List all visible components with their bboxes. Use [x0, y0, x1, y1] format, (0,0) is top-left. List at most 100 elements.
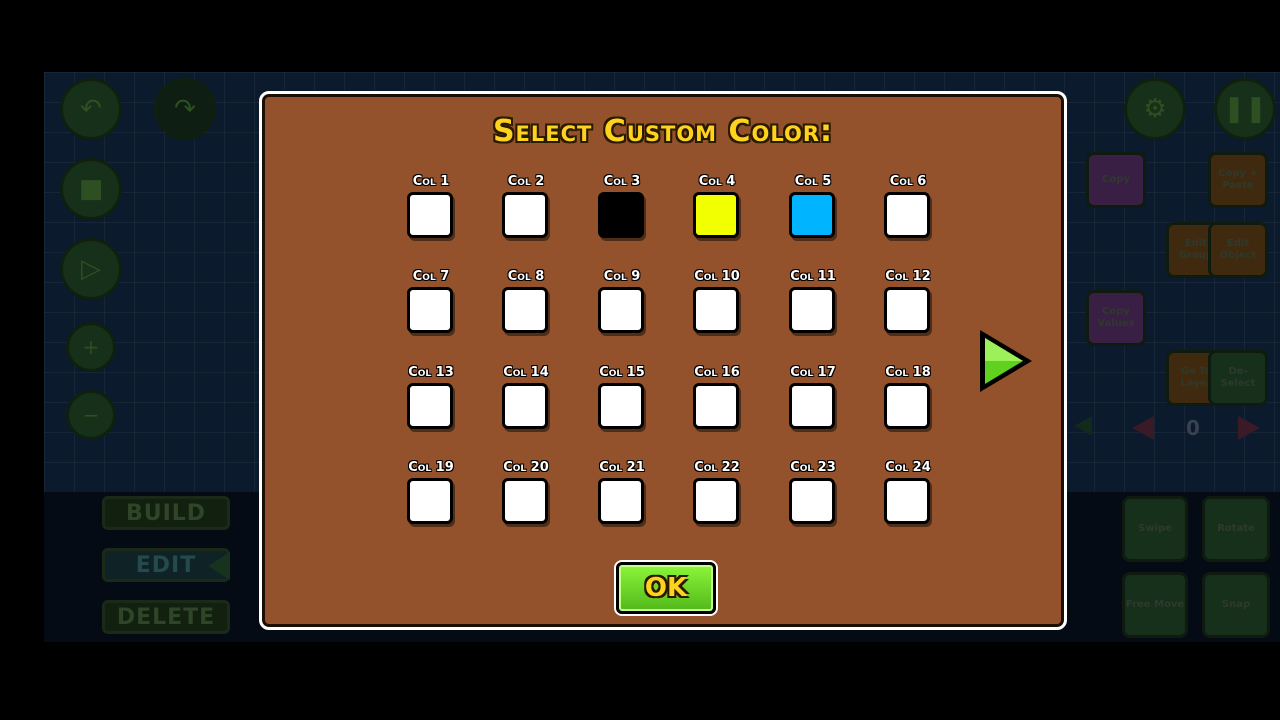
gear-icon: ⚙	[1143, 94, 1167, 124]
color-swatch-11[interactable]	[789, 287, 835, 333]
color-swatch-1[interactable]	[407, 192, 453, 238]
color-label: Col 11	[790, 269, 836, 284]
color-swatch-18[interactable]	[884, 383, 930, 429]
play-icon: ▷	[81, 254, 101, 284]
delete-mode-button: DELETE	[102, 600, 230, 634]
color-cell-15: Col 15	[592, 365, 652, 435]
color-swatch-16[interactable]	[693, 383, 739, 429]
color-swatch-9[interactable]	[598, 287, 644, 333]
color-swatch-5[interactable]	[789, 192, 835, 238]
color-label: Col 5	[794, 174, 832, 189]
tool-button-copy-paste: Copy + Paste	[1208, 152, 1268, 208]
color-cell-16: Col 16	[687, 365, 747, 435]
color-label: Col 20	[503, 460, 549, 475]
color-label: Col 14	[503, 365, 549, 380]
color-cell-2: Col 2	[496, 174, 556, 244]
color-cell-9: Col 9	[592, 269, 652, 339]
redo-button: ↷	[154, 78, 216, 140]
zoom-out-button: −	[66, 390, 116, 440]
color-label: Col 17	[790, 365, 836, 380]
color-swatch-8[interactable]	[502, 287, 548, 333]
color-label: Col 7	[412, 269, 450, 284]
color-swatch-21[interactable]	[598, 478, 644, 524]
pause-icon: ❚❚	[1223, 94, 1267, 124]
color-label: Col 10	[694, 269, 740, 284]
tool-button-de-select: De- Select	[1208, 350, 1268, 406]
layer-value: 0	[1186, 416, 1200, 440]
pause-button: ❚❚	[1214, 78, 1276, 140]
zoom-out-icon: −	[82, 403, 100, 427]
dialog-title: Select Custom Color:	[492, 114, 834, 149]
color-label: Col 6	[889, 174, 927, 189]
zoom-in-icon: +	[82, 335, 100, 359]
color-label: Col 24	[885, 460, 931, 475]
color-label: Col 2	[507, 174, 545, 189]
color-swatch-24[interactable]	[884, 478, 930, 524]
color-label: Col 23	[790, 460, 836, 475]
color-cell-19: Col 19	[401, 460, 461, 530]
color-cell-7: Col 7	[401, 269, 461, 339]
color-swatch-7[interactable]	[407, 287, 453, 333]
color-cell-10: Col 10	[687, 269, 747, 339]
music-button: ■	[60, 158, 122, 220]
undo-icon: ↶	[80, 94, 102, 124]
color-label: Col 13	[408, 365, 454, 380]
tool-button-edit-object: Edit Object	[1208, 222, 1268, 278]
color-swatch-19[interactable]	[407, 478, 453, 524]
color-cell-12: Col 12	[878, 269, 938, 339]
color-label: Col 4	[698, 174, 736, 189]
color-swatch-4[interactable]	[693, 192, 739, 238]
playtest-button: ▷	[60, 238, 122, 300]
color-swatch-22[interactable]	[693, 478, 739, 524]
redo-icon: ↷	[174, 94, 196, 124]
layer-prev-icon	[1132, 416, 1154, 440]
color-label: Col 22	[694, 460, 740, 475]
color-swatch-6[interactable]	[884, 192, 930, 238]
color-label: Col 8	[507, 269, 545, 284]
color-cell-22: Col 22	[687, 460, 747, 530]
build-mode-button: BUILD	[102, 496, 230, 530]
color-cell-20: Col 20	[496, 460, 556, 530]
color-swatch-23[interactable]	[789, 478, 835, 524]
color-cell-24: Col 24	[878, 460, 938, 530]
tool-button-copy: Copy	[1086, 152, 1146, 208]
color-cell-11: Col 11	[783, 269, 843, 339]
tool-button-swipe: Swipe	[1122, 496, 1188, 562]
tool-button-copy-values: Copy Values	[1086, 290, 1146, 346]
color-cell-6: Col 6	[878, 174, 938, 244]
color-label: Col 3	[603, 174, 641, 189]
tool-button-snap: Snap	[1202, 572, 1270, 638]
settings-button: ⚙	[1124, 78, 1186, 140]
color-cell-23: Col 23	[783, 460, 843, 530]
color-cell-5: Col 5	[783, 174, 843, 244]
color-cell-1: Col 1	[401, 174, 461, 244]
color-label: Col 9	[603, 269, 641, 284]
color-swatch-12[interactable]	[884, 287, 930, 333]
tool-button-rotate: Rotate	[1202, 496, 1270, 562]
color-swatch-17[interactable]	[789, 383, 835, 429]
color-cell-14: Col 14	[496, 365, 556, 435]
color-cell-21: Col 21	[592, 460, 652, 530]
color-swatch-20[interactable]	[502, 478, 548, 524]
color-swatch-3[interactable]	[598, 192, 644, 238]
color-swatch-2[interactable]	[502, 192, 548, 238]
color-label: Col 21	[599, 460, 645, 475]
select-custom-color-dialog: Select Custom Color: Col 1 Col 2 Col 3 Col …	[259, 91, 1067, 630]
layer-next-icon	[1238, 416, 1260, 440]
undo-button: ↶	[60, 78, 122, 140]
color-swatch-13[interactable]	[407, 383, 453, 429]
color-cell-13: Col 13	[401, 365, 461, 435]
color-swatch-15[interactable]	[598, 383, 644, 429]
color-cell-8: Col 8	[496, 269, 556, 339]
color-swatch-10[interactable]	[693, 287, 739, 333]
color-cell-18: Col 18	[878, 365, 938, 435]
next-page-arrow-icon[interactable]	[976, 328, 1036, 394]
ok-button[interactable]: OK	[616, 562, 716, 614]
color-swatch-14[interactable]	[502, 383, 548, 429]
color-label: Col 15	[599, 365, 645, 380]
color-label: Col 19	[408, 460, 454, 475]
color-cell-4: Col 4	[687, 174, 747, 244]
square-icon: ■	[78, 174, 104, 204]
tool-button-free-move: Free Move	[1122, 572, 1188, 638]
color-cell-17: Col 17	[783, 365, 843, 435]
